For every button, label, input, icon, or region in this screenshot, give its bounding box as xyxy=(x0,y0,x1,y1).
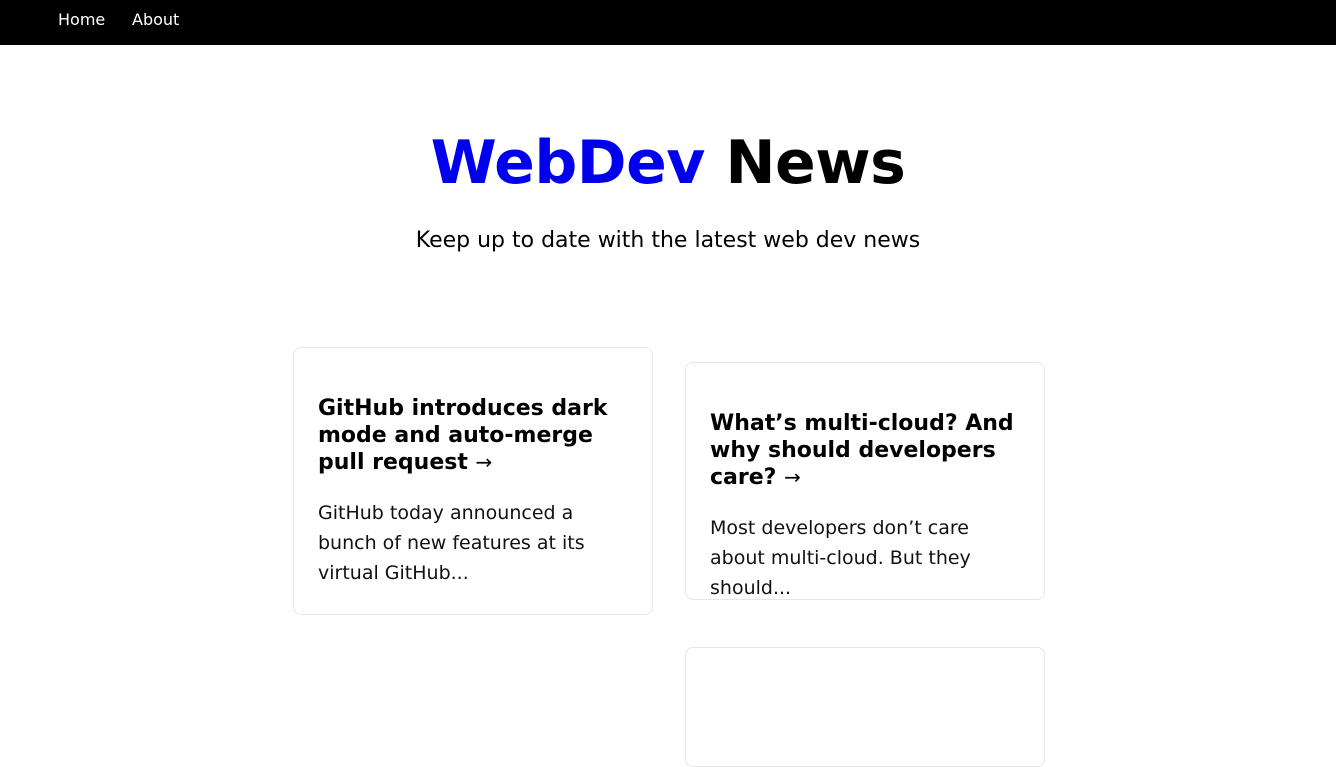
arrow-right-icon: → xyxy=(784,465,801,489)
arrow-right-icon: → xyxy=(475,450,493,474)
article-title[interactable]: What’s multi-cloud? And why should devel… xyxy=(710,410,1020,491)
page-title: WebDev News xyxy=(0,123,1336,203)
nav-link-about[interactable]: About xyxy=(132,11,179,29)
article-card[interactable]: What’s multi-cloud? And why should devel… xyxy=(685,362,1045,600)
article-title-text[interactable]: What’s multi-cloud? And why should devel… xyxy=(710,411,1014,490)
page-subtitle: Keep up to date with the latest web dev … xyxy=(415,228,921,253)
page-title-accent: WebDev xyxy=(430,128,706,198)
article-excerpt: Most developers don’t care about multi-c… xyxy=(710,517,971,599)
nav-link-home[interactable]: Home xyxy=(58,11,105,29)
top-navigation: Home About xyxy=(0,0,1336,45)
article-card[interactable]: GitHub introduces dark mode and auto-mer… xyxy=(293,347,653,615)
article-title-text[interactable]: GitHub introduces dark mode and auto-mer… xyxy=(318,396,607,475)
page-title-rest: News xyxy=(725,128,906,198)
article-card-partial[interactable] xyxy=(685,647,1045,767)
article-title[interactable]: GitHub introduces dark mode and auto-mer… xyxy=(318,395,628,476)
article-excerpt: GitHub today announced a bunch of new fe… xyxy=(318,502,585,584)
